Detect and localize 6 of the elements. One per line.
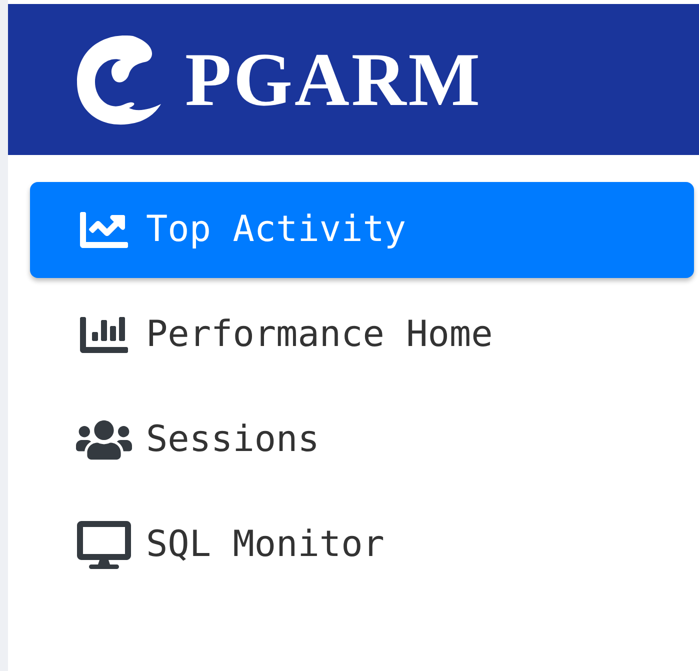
brand-title: PGARM [185,42,482,118]
nav-item[interactable]: Sessions [30,392,694,488]
nav-item[interactable]: Top Activity [30,182,694,278]
nav-item[interactable]: SQL Monitor [30,497,694,593]
monitor-icon [76,521,132,569]
nav-item[interactable]: Performance Home [30,287,694,383]
